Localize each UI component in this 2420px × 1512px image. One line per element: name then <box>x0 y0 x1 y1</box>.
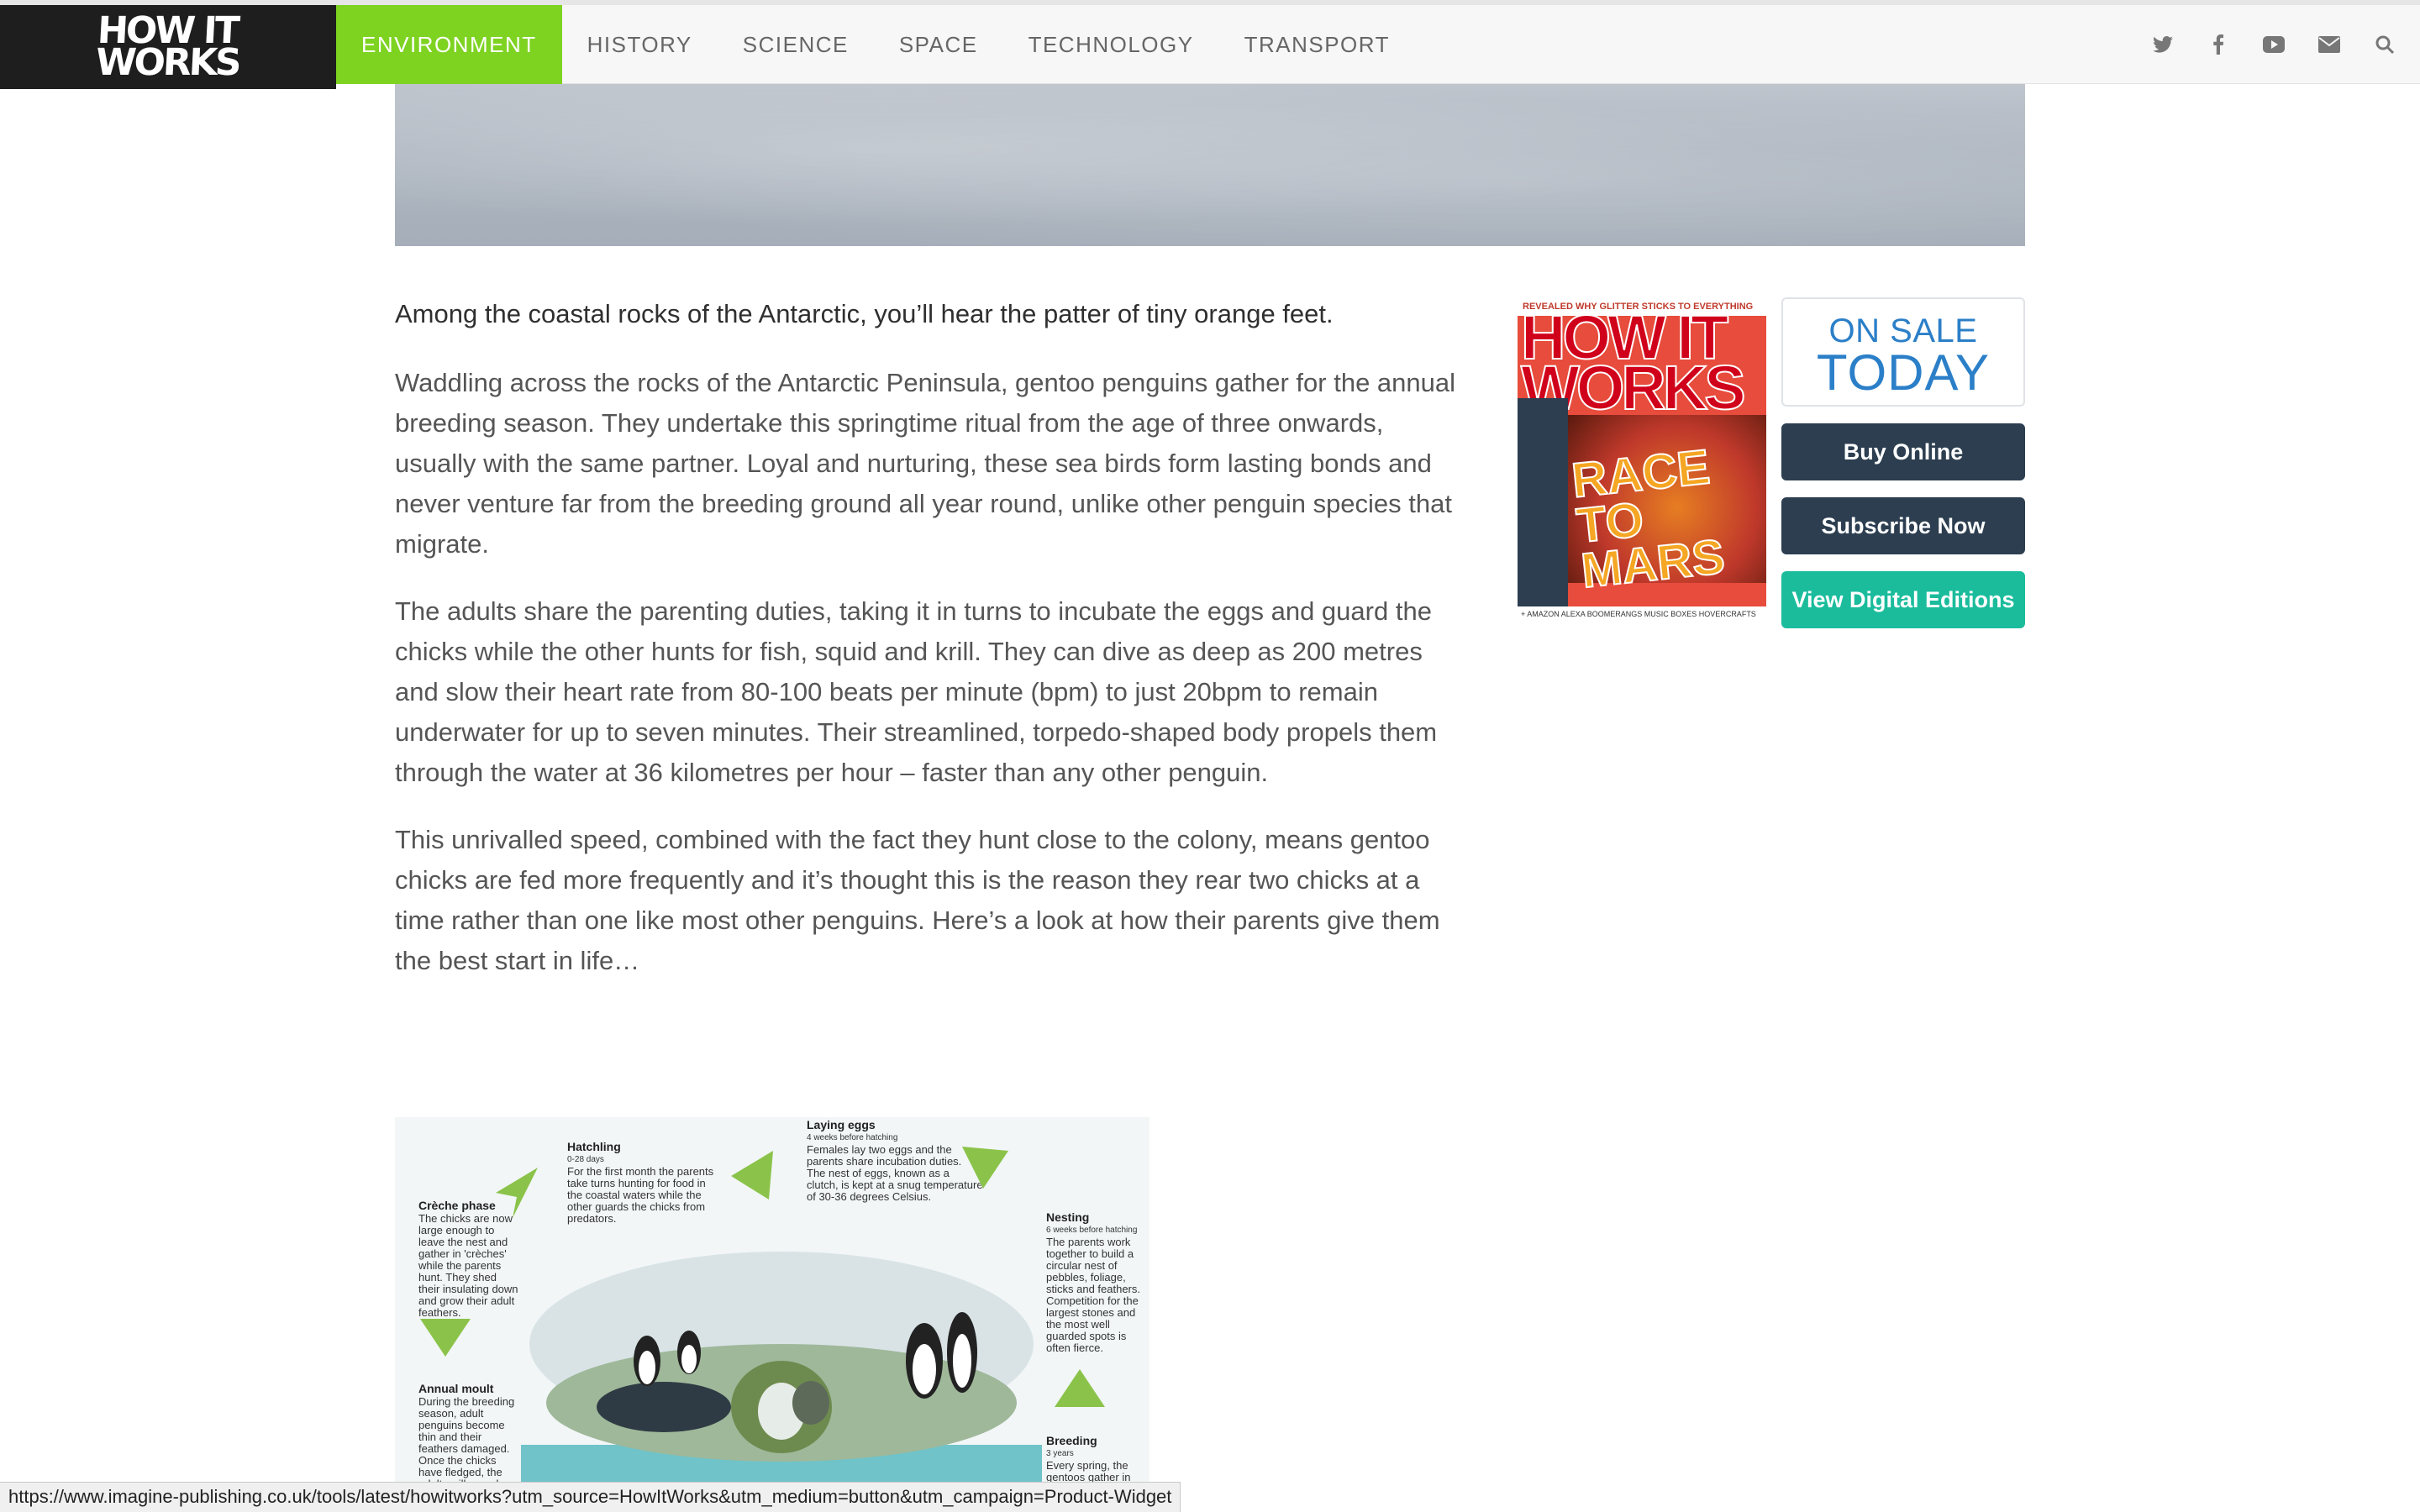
penguin-lifecycle-infographic: Hatchling 0-28 days For the first month … <box>395 1117 1150 1512</box>
youtube-icon[interactable] <box>2260 31 2287 58</box>
cover-side-panel <box>1518 398 1568 608</box>
top-navigation-bar: HOW IT WORKS ENVIRONMENT HISTORY SCIENCE… <box>0 0 2420 89</box>
view-digital-editions-button[interactable]: View Digital Editions <box>1781 571 2025 628</box>
penguin-colony-illustration <box>521 1252 1042 1512</box>
article-paragraph: This unrivalled speed, combined with the… <box>395 825 1440 975</box>
arrow-icon <box>731 1151 773 1200</box>
on-sale-badge: ON SALE TODAY <box>1781 297 2025 407</box>
cover-headline: RACE TO MARS <box>1569 438 1728 599</box>
nav-item-space[interactable]: SPACE <box>874 5 1003 84</box>
subscribe-now-button[interactable]: Subscribe Now <box>1781 497 2025 554</box>
article-body: Among the coastal rocks of the Antarctic… <box>395 296 1470 1008</box>
nav-item-science[interactable]: SCIENCE <box>718 5 874 84</box>
facebook-icon[interactable] <box>2205 31 2232 58</box>
logo-line-2: WORKS <box>94 41 240 84</box>
site-logo[interactable]: HOW IT WORKS <box>0 5 336 89</box>
article-paragraph: Waddling across the rocks of the Antarct… <box>395 368 1456 559</box>
hero-image <box>395 84 2025 246</box>
magazine-cover[interactable]: REVEALED WHY GLITTER STICKS TO EVERYTHIN… <box>1518 297 1766 622</box>
social-links <box>2149 5 2398 84</box>
article-paragraph: The adults share the parenting duties, t… <box>395 596 1438 787</box>
nav-item-history[interactable]: HISTORY <box>562 5 718 84</box>
on-sale-today: TODAY <box>1816 344 1991 401</box>
buy-online-button[interactable]: Buy Online <box>1781 423 2025 480</box>
arrow-icon <box>962 1147 1008 1189</box>
main-nav: ENVIRONMENT HISTORY SCIENCE SPACE TECHNO… <box>336 5 1415 84</box>
arrow-icon <box>1055 1369 1105 1407</box>
logo-wordmark: HOW IT WORKS <box>94 9 242 84</box>
cover-footer: + AMAZON ALEXA BOOMERANGS MUSIC BOXES HO… <box>1518 606 1766 622</box>
article-lead: Among the coastal rocks of the Antarctic… <box>395 299 1334 328</box>
nav-item-environment[interactable]: ENVIRONMENT <box>336 5 562 84</box>
nav-item-technology[interactable]: TECHNOLOGY <box>1003 5 1219 84</box>
search-icon[interactable] <box>2371 31 2398 58</box>
on-sale-label: ON SALE <box>1828 312 1978 349</box>
email-icon[interactable] <box>2316 31 2343 58</box>
arrow-icon <box>496 1168 538 1218</box>
arrow-icon <box>420 1319 471 1357</box>
browser-status-url: https://www.imagine-publishing.co.uk/too… <box>0 1482 1181 1512</box>
nav-item-transport[interactable]: TRANSPORT <box>1219 5 1415 84</box>
twitter-icon[interactable] <box>2149 31 2176 58</box>
